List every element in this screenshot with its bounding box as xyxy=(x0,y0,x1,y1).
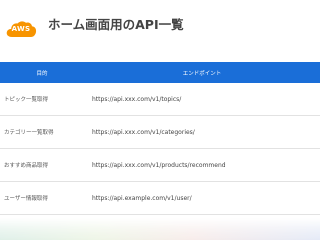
purpose-cell: おすすめ商品取得 xyxy=(0,148,84,182)
aws-logo: AWS xyxy=(5,20,37,38)
table-row: ユーザー情報取得 https://api.example.com/v1/user… xyxy=(0,181,320,215)
endpoint-cell: https://api.xxx.com/v1/categories/ xyxy=(84,115,320,149)
table-row: トピック一覧取得 https://api.xxx.com/v1/topics/ xyxy=(0,83,320,116)
header-endpoint: エンドポイント xyxy=(84,62,320,83)
table-row: カテゴリー一覧取得 https://api.xxx.com/v1/categor… xyxy=(0,115,320,149)
header-purpose: 目的 xyxy=(0,62,84,83)
endpoint-cell: https://api.example.com/v1/user/ xyxy=(84,181,320,215)
endpoint-cell: https://api.xxx.com/v1/products/recommen… xyxy=(84,148,320,182)
logo-text: AWS xyxy=(11,25,31,33)
api-table: 目的 エンドポイント トピック一覧取得 https://api.xxx.com/… xyxy=(0,62,320,215)
table-row: おすすめ商品取得 https://api.xxx.com/v1/products… xyxy=(0,148,320,182)
purpose-cell: ユーザー情報取得 xyxy=(0,181,84,215)
endpoint-cell: https://api.xxx.com/v1/topics/ xyxy=(84,83,320,116)
table-header-row: 目的 エンドポイント xyxy=(0,62,320,83)
page-title: ホーム画面用のAPI一覧 xyxy=(48,17,184,32)
purpose-cell: トピック一覧取得 xyxy=(0,83,84,116)
purpose-cell: カテゴリー一覧取得 xyxy=(0,115,84,149)
footer-decoration xyxy=(0,218,320,240)
